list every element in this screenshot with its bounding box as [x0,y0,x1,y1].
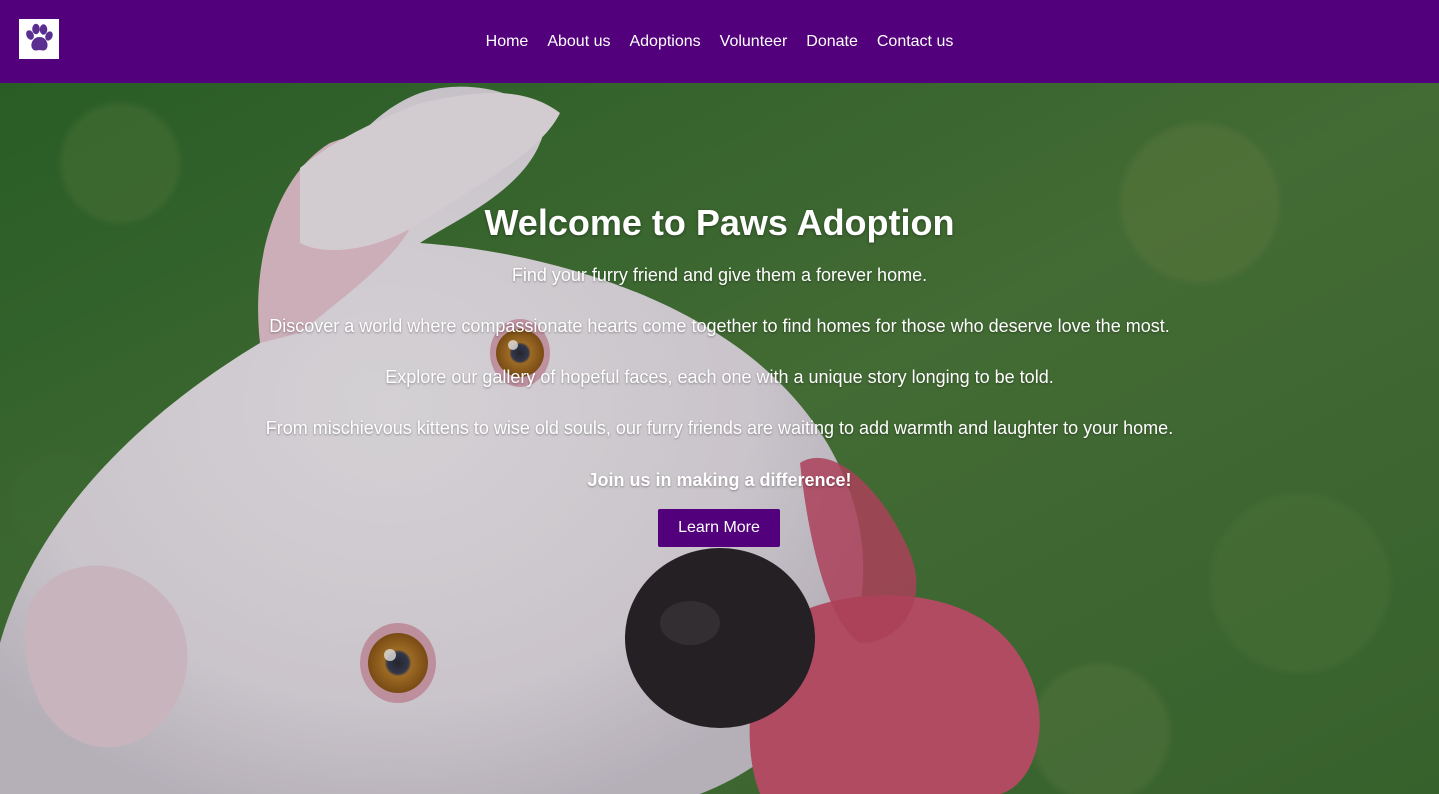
hero-content: Welcome to Paws Adoption Find your furry… [0,83,1439,794]
main-nav: Home About us Adoptions Volunteer Donate… [0,0,1439,83]
nav-home[interactable]: Home [486,32,529,52]
hero-join-text: Join us in making a difference! [587,470,852,490]
hero-paragraph-2: Discover a world where compassionate hea… [269,316,1170,336]
nav-about-us[interactable]: About us [547,32,610,52]
nav-contact-us[interactable]: Contact us [877,32,953,52]
hero-paragraph-4: From mischievous kittens to wise old sou… [265,418,1174,438]
top-navbar: Home About us Adoptions Volunteer Donate… [0,0,1439,83]
nav-donate[interactable]: Donate [806,32,858,52]
learn-more-button[interactable]: Learn More [658,509,780,547]
hero-paragraph-3: Explore our gallery of hopeful faces, ea… [385,367,1054,387]
nav-volunteer[interactable]: Volunteer [720,32,788,52]
nav-adoptions[interactable]: Adoptions [629,32,700,52]
hero-section: Welcome to Paws Adoption Find your furry… [0,83,1439,794]
hero-title: Welcome to Paws Adoption [484,202,955,243]
hero-paragraph-1: Find your furry friend and give them a f… [511,265,928,285]
